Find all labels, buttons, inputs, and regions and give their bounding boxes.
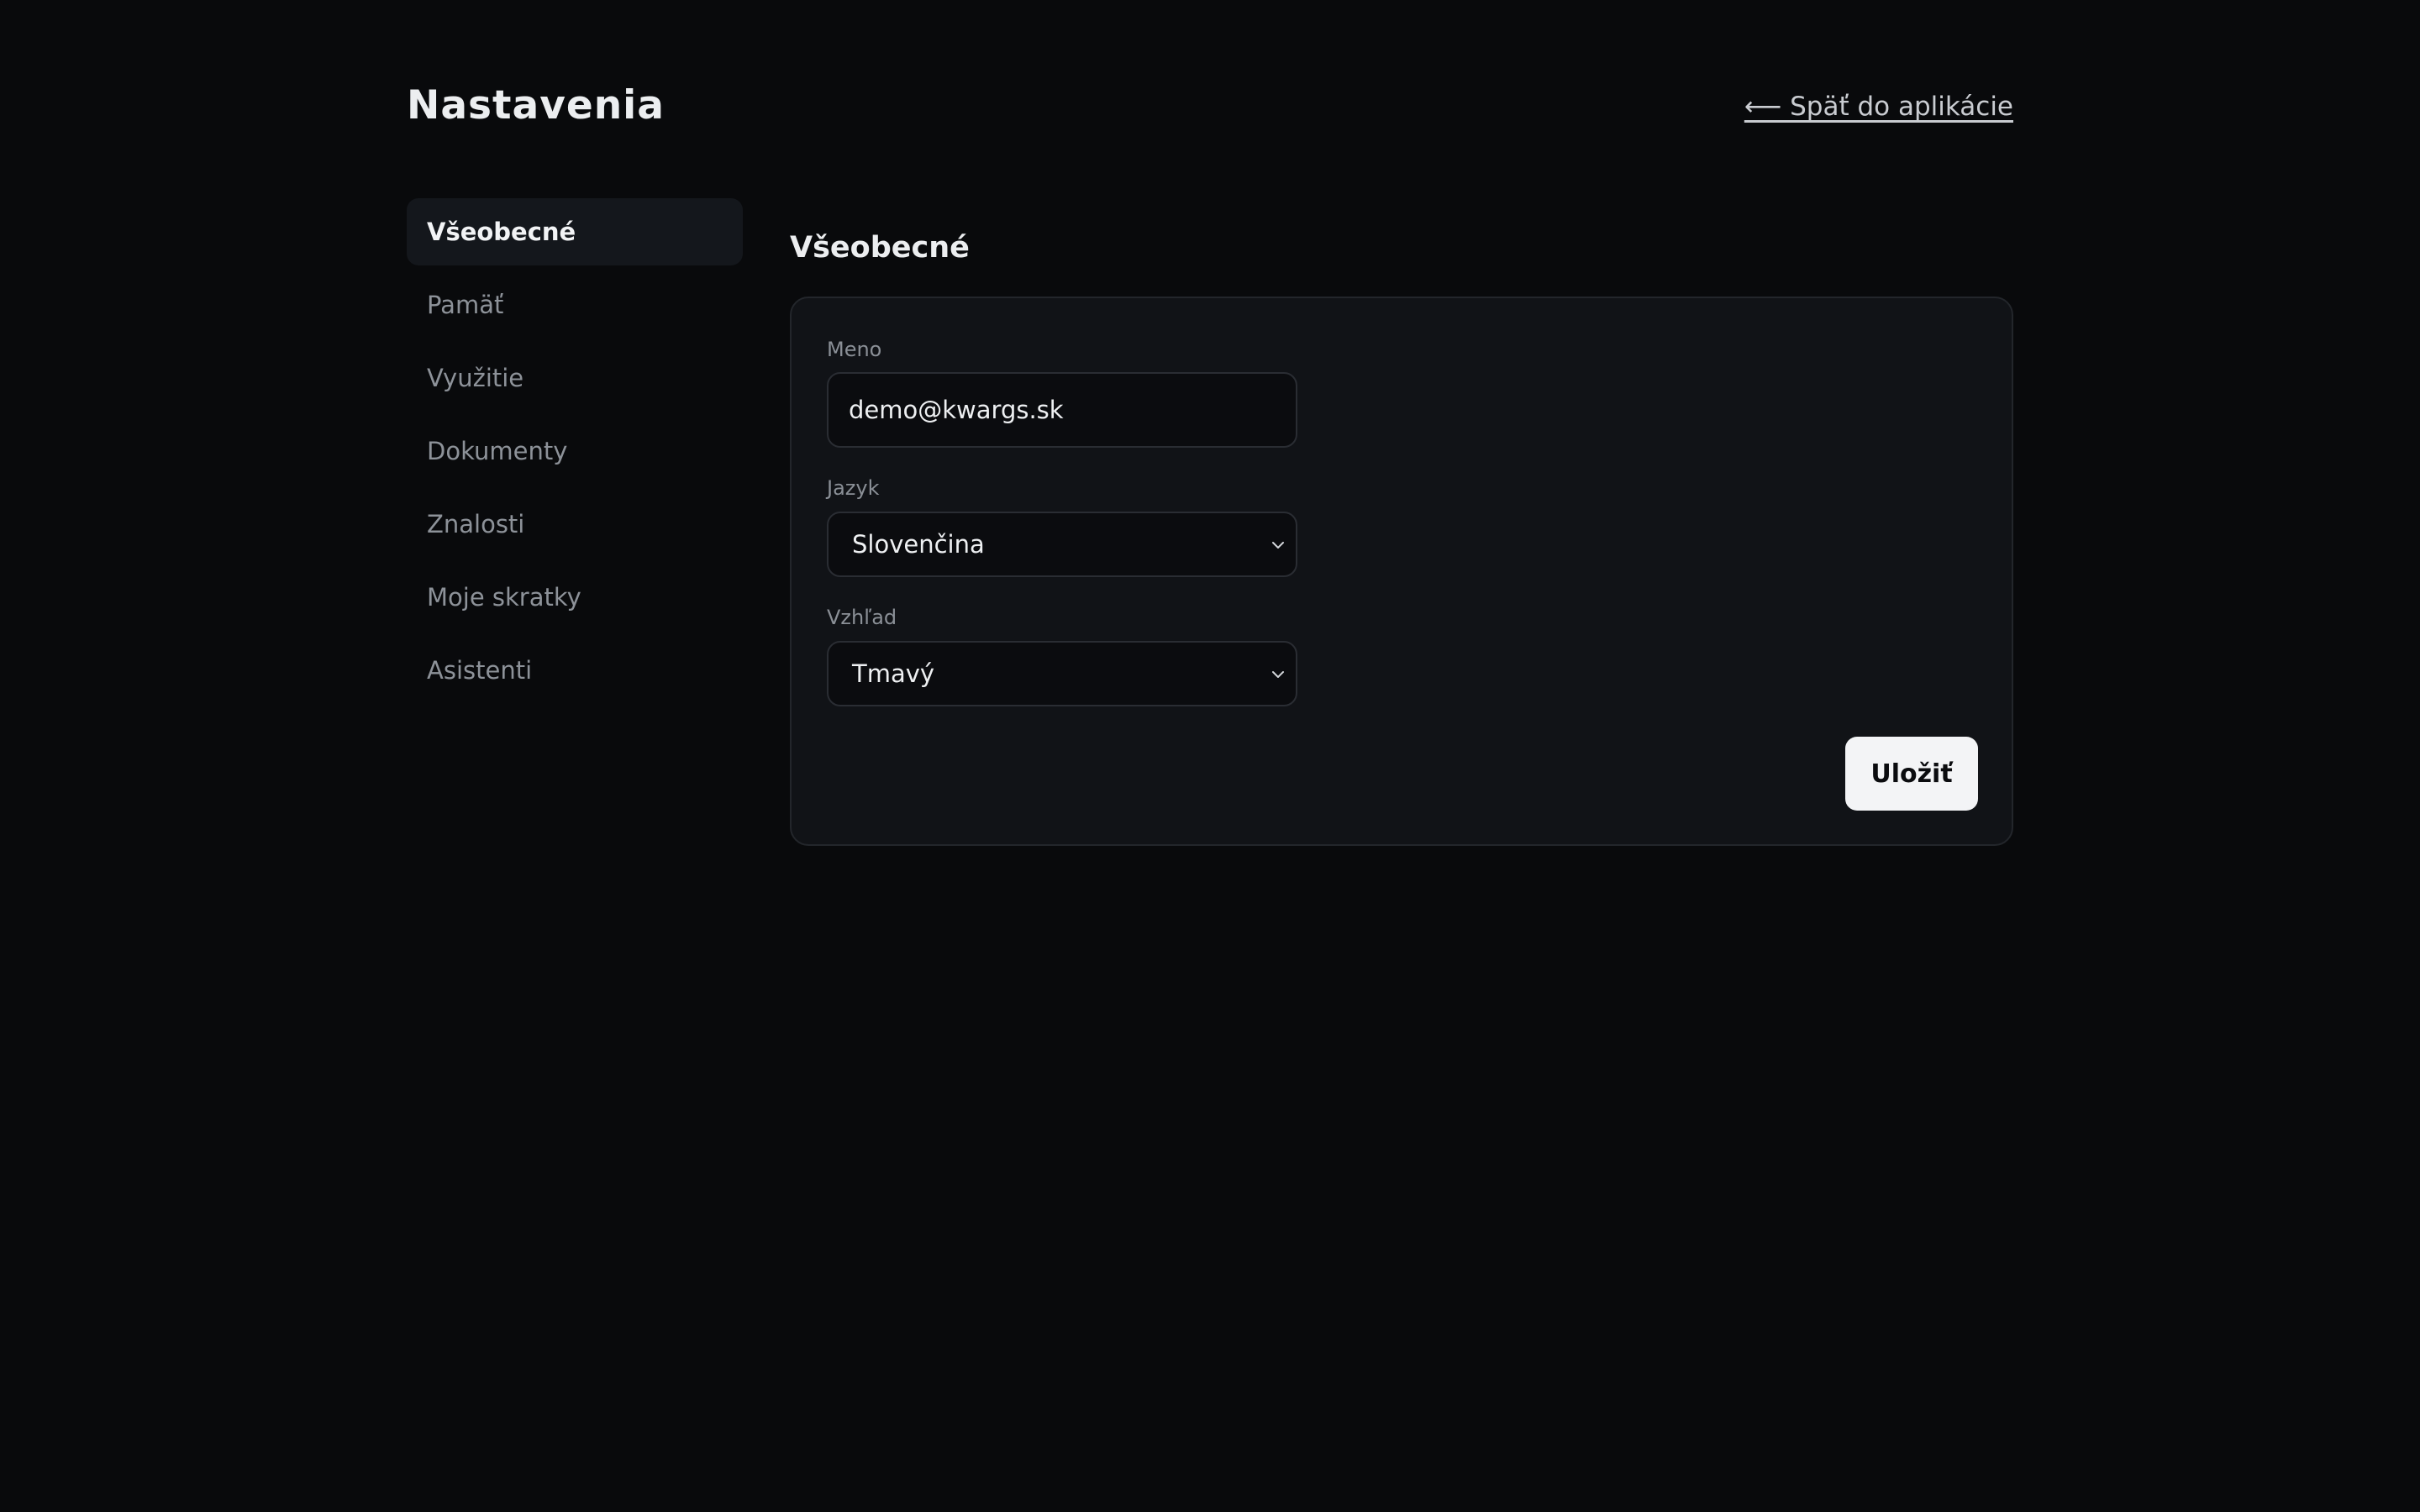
appearance-select-value: Tmavý bbox=[852, 659, 935, 688]
sidebar-item-usage[interactable]: Využitie bbox=[407, 344, 743, 412]
sidebar-item-assistants[interactable]: Asistenti bbox=[407, 637, 743, 704]
appearance-field-label: Vzhľad bbox=[827, 606, 897, 629]
page-title: Nastavenia bbox=[407, 82, 666, 129]
sidebar-item-general[interactable]: Všeobecné bbox=[407, 198, 743, 265]
general-settings-card: Meno Jazyk Slovenčina Vzhľad Tmavý Uloži… bbox=[790, 297, 2013, 846]
language-field-label: Jazyk bbox=[827, 476, 880, 500]
sidebar-item-label: Znalosti bbox=[427, 510, 525, 538]
name-input[interactable] bbox=[827, 372, 1297, 448]
chevron-down-icon bbox=[1272, 671, 1284, 678]
sidebar-item-label: Moje skratky bbox=[427, 583, 581, 612]
appearance-select[interactable]: Tmavý bbox=[827, 641, 1297, 706]
language-select[interactable]: Slovenčina bbox=[827, 512, 1297, 577]
sidebar-item-label: Všeobecné bbox=[427, 218, 576, 246]
language-select-value: Slovenčina bbox=[852, 530, 985, 559]
sidebar-item-documents[interactable]: Dokumenty bbox=[407, 417, 743, 485]
sidebar-item-label: Využitie bbox=[427, 364, 524, 392]
sidebar-item-label: Asistenti bbox=[427, 656, 533, 685]
chevron-down-icon bbox=[1272, 542, 1284, 549]
section-title: Všeobecné bbox=[790, 231, 970, 265]
sidebar-item-memory[interactable]: Pamäť bbox=[407, 271, 743, 339]
sidebar-item-label: Dokumenty bbox=[427, 437, 568, 465]
name-field-label: Meno bbox=[827, 338, 882, 361]
sidebar-item-label: Pamäť bbox=[427, 291, 504, 319]
settings-sidebar: Všeobecné Pamäť Využitie Dokumenty Znalo… bbox=[407, 198, 743, 710]
settings-page: Nastavenia ⟵ Späť do aplikácie Všeobecné… bbox=[0, 0, 2420, 1512]
sidebar-item-knowledge[interactable]: Znalosti bbox=[407, 491, 743, 558]
save-button[interactable]: Uložiť bbox=[1845, 737, 1978, 811]
back-to-app-link[interactable]: ⟵ Späť do aplikácie bbox=[1744, 89, 2013, 124]
sidebar-item-shortcuts[interactable]: Moje skratky bbox=[407, 564, 743, 631]
